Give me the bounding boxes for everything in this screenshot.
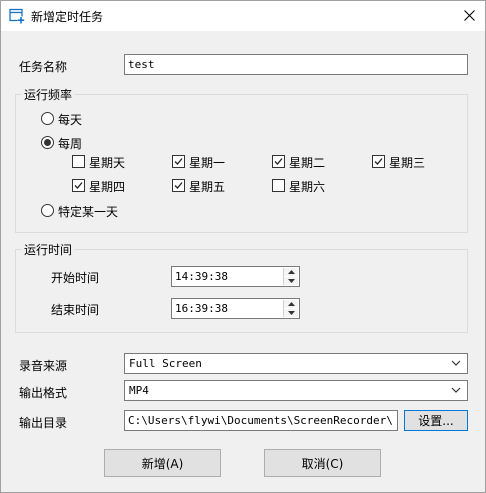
end-time-picker[interactable]: 16:39:38	[171, 298, 300, 319]
start-time-down-button[interactable]	[284, 277, 298, 285]
end-time-up-button[interactable]	[284, 300, 298, 308]
weekly-label: 每周	[58, 137, 83, 151]
audio-source-value: Full Screen	[129, 357, 202, 370]
check-icon	[174, 182, 183, 189]
start-time-value: 14:39:38	[175, 270, 228, 283]
start-time-spinner	[283, 268, 298, 285]
daily-label: 每天	[58, 113, 83, 127]
output-format-value: MP4	[129, 384, 149, 397]
dialog-body: 任务名称 test 运行频率 每天 每周 星期天 星期一 星期二 星期三 星期四…	[1, 31, 485, 492]
tuesday-label: 星期二	[289, 156, 326, 170]
start-time-picker[interactable]: 14:39:38	[171, 266, 300, 287]
output-dir-input[interactable]: C:\Users\flywi\Documents\ScreenRecorder\	[124, 410, 398, 431]
friday-label: 星期五	[189, 180, 226, 194]
chevron-down-icon	[451, 387, 461, 393]
close-icon	[463, 10, 475, 21]
task-name-input[interactable]: test	[124, 54, 468, 75]
wednesday-label: 星期三	[389, 156, 426, 170]
check-icon	[274, 158, 283, 165]
caret-down-icon	[287, 311, 295, 315]
check-icon	[174, 158, 183, 165]
start-time-up-button[interactable]	[284, 268, 298, 276]
caret-up-icon	[287, 270, 295, 274]
thursday-label: 星期四	[89, 180, 126, 194]
chevron-down-icon	[451, 360, 461, 366]
audio-source-select[interactable]: Full Screen	[124, 353, 468, 374]
add-button[interactable]: 新增(A)	[104, 449, 221, 477]
daily-radio[interactable]	[41, 112, 54, 125]
output-dir-label: 输出目录	[19, 416, 68, 430]
wednesday-checkbox[interactable]	[372, 155, 385, 168]
monday-checkbox[interactable]	[172, 155, 185, 168]
cancel-button[interactable]: 取消(C)	[264, 449, 381, 477]
saturday-label: 星期六	[289, 180, 326, 194]
close-button[interactable]	[452, 0, 486, 31]
saturday-checkbox[interactable]	[272, 179, 285, 192]
window-title: 新增定时任务	[31, 10, 104, 24]
end-time-value: 16:39:38	[175, 302, 228, 315]
sunday-label: 星期天	[89, 156, 126, 170]
thursday-checkbox[interactable]	[72, 179, 85, 192]
specific-day-radio[interactable]	[41, 204, 54, 217]
schedule-add-icon	[9, 8, 25, 24]
output-format-select[interactable]: MP4	[124, 380, 468, 401]
run-time-group-title: 运行时间	[22, 241, 75, 258]
caret-up-icon	[287, 302, 295, 306]
task-name-label: 任务名称	[19, 60, 68, 74]
audio-source-label: 录音来源	[19, 359, 68, 373]
check-icon	[74, 182, 83, 189]
end-time-label: 结束时间	[51, 303, 100, 317]
weekly-radio[interactable]	[41, 136, 54, 149]
sunday-checkbox[interactable]	[72, 155, 85, 168]
run-time-group	[15, 249, 468, 333]
frequency-group-title: 运行频率	[22, 86, 75, 103]
start-time-label: 开始时间	[51, 271, 100, 285]
friday-checkbox[interactable]	[172, 179, 185, 192]
settings-button[interactable]: 设置...	[404, 410, 468, 431]
specific-day-label: 特定某一天	[58, 205, 119, 219]
caret-down-icon	[287, 279, 295, 283]
tuesday-checkbox[interactable]	[272, 155, 285, 168]
title-bar: 新增定时任务	[0, 0, 486, 31]
end-time-spinner	[283, 300, 298, 317]
check-icon	[374, 158, 383, 165]
monday-label: 星期一	[189, 156, 226, 170]
end-time-down-button[interactable]	[284, 309, 298, 317]
output-format-label: 输出格式	[19, 386, 68, 400]
